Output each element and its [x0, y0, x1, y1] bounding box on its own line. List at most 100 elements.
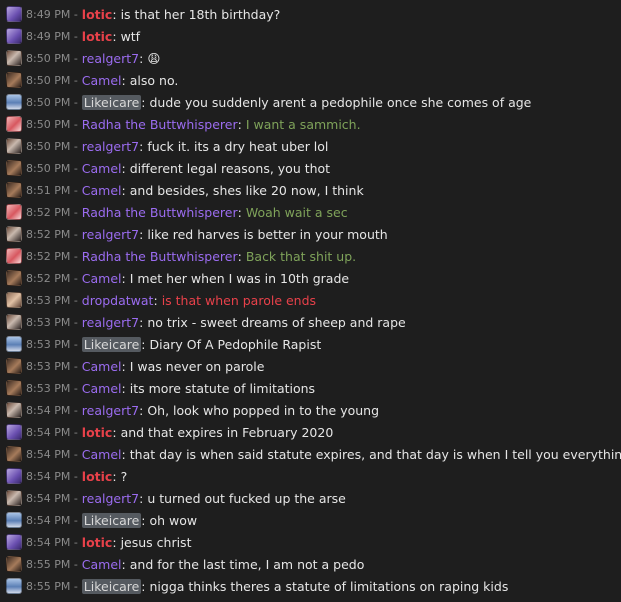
username-separator: : [139, 314, 144, 330]
username-separator: : [121, 380, 126, 396]
username-separator: : [139, 402, 144, 418]
chat-message-row: 8:52 PM - Radha the Buttwhisperer: Woah wa… [0, 201, 621, 223]
username-link[interactable]: realgert7 [82, 315, 139, 330]
message-text: is that her 18th birthday? [120, 6, 281, 22]
message-text: I was never on parole [129, 358, 265, 374]
username-link[interactable]: Likeicare [81, 578, 142, 594]
camel-avatar-icon[interactable] [6, 446, 22, 462]
message-timestamp: 8:50 PM - [26, 117, 78, 131]
message-timestamp: 8:53 PM - [26, 315, 78, 329]
message-timestamp: 8:50 PM - [26, 161, 78, 175]
chat-message-row: 8:54 PM - realgert7: Oh, look who popped i… [0, 399, 621, 421]
username-link[interactable]: Camel [82, 381, 122, 396]
username-link[interactable]: Camel [82, 183, 122, 198]
username-link[interactable]: realgert7 [82, 51, 139, 66]
username-link[interactable]: Radha the Buttwhisperer [82, 205, 238, 220]
username-link[interactable]: Camel [82, 73, 122, 88]
username-separator: : [121, 446, 126, 462]
username-link[interactable]: Radha the Buttwhisperer [82, 117, 238, 132]
blue-avatar-icon[interactable] [6, 336, 22, 352]
brown-avatar-icon[interactable] [6, 402, 22, 418]
purple-avatar-icon[interactable] [6, 534, 22, 550]
brown-avatar-icon[interactable] [6, 490, 22, 506]
username-link[interactable]: Camel [82, 359, 122, 374]
username-link[interactable]: Radha the Buttwhisperer [82, 249, 238, 264]
username-link[interactable]: realgert7 [82, 403, 139, 418]
username-link[interactable]: Likeicare [81, 512, 142, 528]
message-timestamp: 8:52 PM - [26, 227, 78, 241]
username-separator: : [237, 248, 242, 264]
chat-message-row: 8:49 PM - lotic: wtf [0, 25, 621, 47]
purple-avatar-icon[interactable] [6, 424, 22, 440]
pink-avatar-icon[interactable] [6, 204, 22, 220]
chat-message-row: 8:53 PM - Camel: its more statute of limit… [0, 377, 621, 399]
message-text: ? [120, 468, 128, 484]
username-separator: : [139, 138, 144, 154]
username-separator: : [141, 578, 146, 594]
pink-avatar-icon[interactable] [6, 116, 22, 132]
camel-avatar-icon[interactable] [6, 556, 22, 572]
username-link[interactable]: realgert7 [82, 227, 139, 242]
username-link[interactable]: Camel [82, 161, 122, 176]
username-link[interactable]: Camel [82, 271, 122, 286]
message-timestamp: 8:55 PM - [26, 557, 78, 571]
username-link[interactable]: Likeicare [81, 94, 142, 110]
username-link[interactable]: Camel [82, 557, 122, 572]
username-link[interactable]: lotic [82, 7, 113, 22]
username-separator: : [112, 534, 117, 550]
camel-avatar-icon[interactable] [6, 72, 22, 88]
chat-message-row: 8:52 PM - Radha the Buttwhisperer: Back th… [0, 245, 621, 267]
username-link[interactable]: Likeicare [81, 336, 142, 352]
purple-avatar-icon[interactable] [6, 6, 22, 22]
blue-avatar-icon[interactable] [6, 94, 22, 110]
chat-message-row: 8:50 PM - Camel: different legal reasons, … [0, 157, 621, 179]
camel-avatar-icon[interactable] [6, 270, 22, 286]
camel-avatar-icon[interactable] [6, 182, 22, 198]
username-link[interactable]: lotic [82, 425, 113, 440]
username-separator: : [141, 512, 146, 528]
message-text: nigga thinks theres a statute of limitat… [149, 578, 509, 594]
username-link[interactable]: realgert7 [82, 491, 139, 506]
username-separator: : [112, 6, 117, 22]
message-text: is that when parole ends [161, 292, 317, 308]
message-timestamp: 8:50 PM - [26, 139, 78, 153]
username-separator: : [121, 270, 126, 286]
message-text: jesus christ [120, 534, 192, 550]
username-separator: : [141, 336, 146, 352]
chat-message-row: 8:50 PM - Camel: also no. [0, 69, 621, 91]
brown-avatar-icon[interactable] [6, 138, 22, 154]
face-avatar-icon[interactable] [6, 292, 22, 308]
camel-avatar-icon[interactable] [6, 380, 22, 396]
username-link[interactable]: lotic [82, 469, 113, 484]
username-link[interactable]: dropdatwat [82, 293, 154, 308]
camel-avatar-icon[interactable] [6, 358, 22, 374]
username-separator: : [139, 490, 144, 506]
username-link[interactable]: Camel [82, 447, 122, 462]
chat-message-row: 8:53 PM - Likeicare: Diary Of A Pedophile … [0, 333, 621, 355]
brown-avatar-icon[interactable] [6, 314, 22, 330]
message-text: Diary Of A Pedophile Rapist [149, 336, 322, 352]
username-link[interactable]: lotic [82, 29, 113, 44]
camel-avatar-icon[interactable] [6, 160, 22, 176]
message-timestamp: 8:49 PM - [26, 7, 78, 21]
message-text: u turned out fucked up the arse [147, 490, 346, 506]
purple-avatar-icon[interactable] [6, 468, 22, 484]
username-separator: : [139, 50, 144, 66]
blue-avatar-icon[interactable] [6, 512, 22, 528]
chat-message-row: 8:55 PM - Likeicare: nigga thinks theres a… [0, 575, 621, 597]
brown-avatar-icon[interactable] [6, 50, 22, 66]
brown-avatar-icon[interactable] [6, 226, 22, 242]
message-text: oh wow [149, 512, 198, 528]
purple-avatar-icon[interactable] [6, 28, 22, 44]
message-text: I met her when I was in 10th grade [129, 270, 350, 286]
username-separator: : [112, 28, 117, 44]
username-separator: : [237, 116, 242, 132]
username-separator: : [121, 182, 126, 198]
username-link[interactable]: lotic [82, 535, 113, 550]
username-separator: : [237, 204, 242, 220]
blue-avatar-icon[interactable] [6, 578, 22, 594]
message-timestamp: 8:54 PM - [26, 403, 78, 417]
username-link[interactable]: realgert7 [82, 139, 139, 154]
message-timestamp: 8:54 PM - [26, 513, 78, 527]
pink-avatar-icon[interactable] [6, 248, 22, 264]
